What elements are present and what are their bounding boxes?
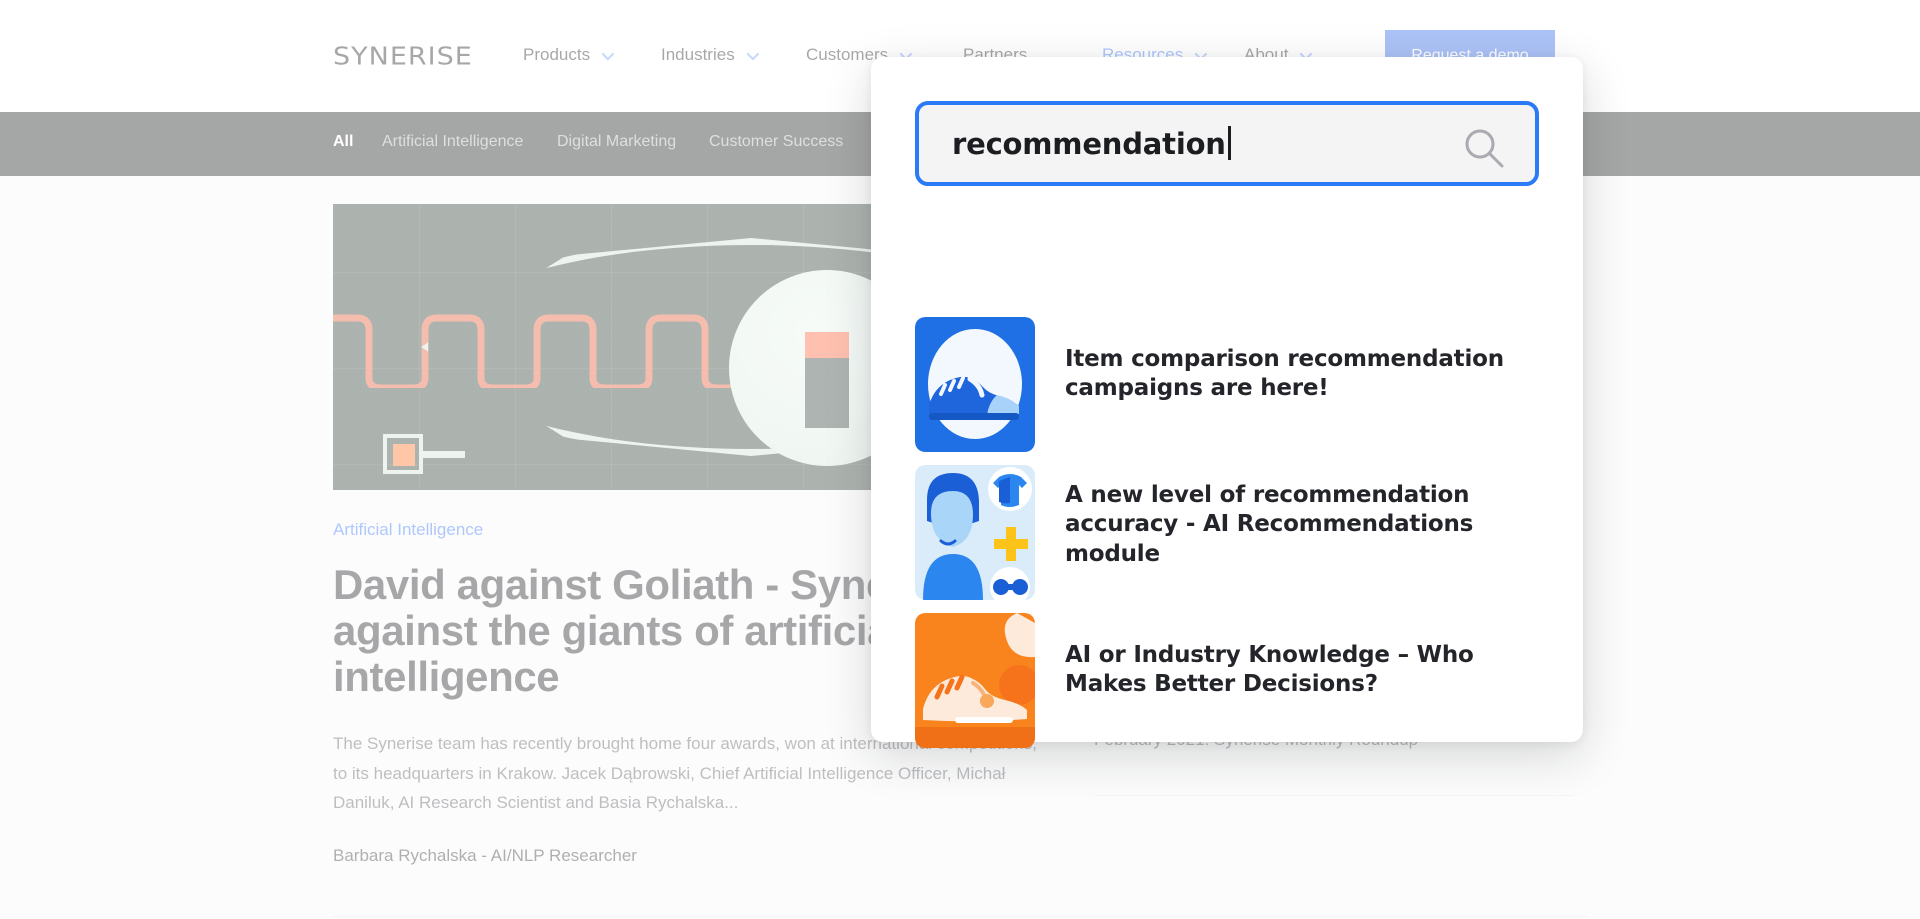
search-result-item[interactable]: Item comparison recommendation campaigns… bbox=[915, 317, 1545, 452]
search-input[interactable]: recommendation bbox=[915, 101, 1539, 186]
face-shirt-glasses-icon bbox=[915, 465, 1035, 600]
search-result-thumbnail bbox=[915, 465, 1035, 600]
search-icon[interactable] bbox=[1463, 127, 1505, 169]
blue-sneaker-icon bbox=[915, 317, 1035, 452]
text-caret bbox=[1228, 126, 1231, 160]
search-result-thumbnail bbox=[915, 613, 1035, 748]
search-result-item[interactable]: AI or Industry Knowledge – Who Makes Bet… bbox=[915, 613, 1545, 748]
search-dropdown-panel: recommendation Item comparison recomm bbox=[871, 57, 1583, 742]
search-result-title: AI or Industry Knowledge – Who Makes Bet… bbox=[1065, 613, 1545, 700]
orange-sneaker-icon bbox=[915, 613, 1035, 748]
search-result-item[interactable]: A new level of recommendation accuracy -… bbox=[915, 465, 1545, 600]
search-result-thumbnail bbox=[915, 317, 1035, 452]
search-input-value: recommendation bbox=[952, 126, 1231, 161]
search-result-title: Item comparison recommendation campaigns… bbox=[1065, 317, 1545, 404]
page-root: SYNERISE Products Industries Customers P… bbox=[0, 0, 1920, 919]
search-result-title: A new level of recommendation accuracy -… bbox=[1065, 465, 1545, 569]
